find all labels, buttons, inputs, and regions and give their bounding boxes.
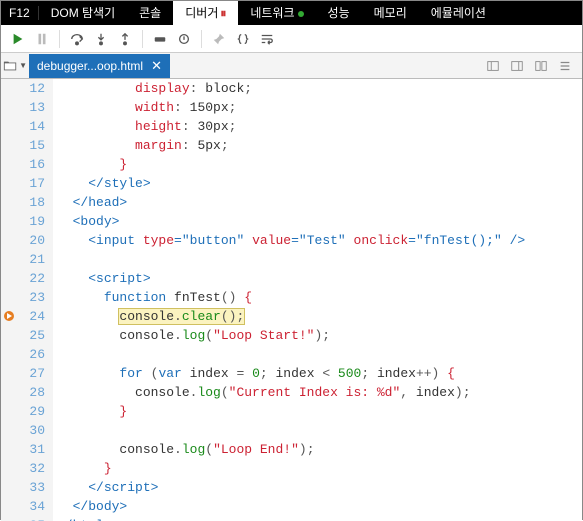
file-tab[interactable]: debugger...oop.html ✕ bbox=[29, 54, 170, 78]
code-line[interactable]: </html> bbox=[57, 516, 582, 521]
line-number: 24 bbox=[19, 307, 45, 326]
code-line[interactable] bbox=[57, 345, 582, 364]
recording-icon bbox=[298, 11, 304, 17]
line-number: 27 bbox=[19, 364, 45, 383]
code-line[interactable]: } bbox=[57, 402, 582, 421]
code-line[interactable]: } bbox=[57, 155, 582, 174]
step-out-button[interactable] bbox=[114, 28, 136, 50]
line-number: 19 bbox=[19, 212, 45, 231]
close-tab-icon[interactable]: ✕ bbox=[151, 58, 162, 74]
line-number: 16 bbox=[19, 155, 45, 174]
compare-button[interactable] bbox=[530, 55, 552, 77]
panel-tabs: DOM 탐색기콘솔디버거⏸네트워크성능메모리에뮬레이션 bbox=[39, 1, 582, 25]
breakpoint-icon[interactable] bbox=[2, 309, 16, 323]
line-number: 25 bbox=[19, 326, 45, 345]
toggle-sidebar-2-button[interactable] bbox=[506, 55, 528, 77]
exception-behavior-button[interactable] bbox=[173, 28, 195, 50]
line-number: 22 bbox=[19, 269, 45, 288]
pause-button[interactable] bbox=[31, 28, 53, 50]
devtools-topbar: F12 DOM 탐색기콘솔디버거⏸네트워크성능메모리에뮬레이션 bbox=[1, 1, 582, 25]
code-line[interactable]: </body> bbox=[57, 497, 582, 516]
line-number: 15 bbox=[19, 136, 45, 155]
word-wrap-button[interactable] bbox=[256, 28, 278, 50]
line-number: 30 bbox=[19, 421, 45, 440]
panel-tab[interactable]: 성능 bbox=[316, 1, 362, 25]
panel-tab[interactable]: 메모리 bbox=[362, 1, 419, 25]
panel-tab[interactable]: DOM 탐색기 bbox=[39, 1, 127, 25]
code-line[interactable]: </style> bbox=[57, 174, 582, 193]
panel-tab[interactable]: 디버거⏸ bbox=[173, 1, 238, 25]
code-line[interactable] bbox=[57, 250, 582, 269]
open-file-button[interactable]: ▼ bbox=[3, 54, 27, 78]
code-line[interactable]: margin: 5px; bbox=[57, 136, 582, 155]
pin-button[interactable] bbox=[208, 28, 230, 50]
code-line[interactable]: console.log("Loop Start!"); bbox=[57, 326, 582, 345]
line-number: 18 bbox=[19, 193, 45, 212]
line-number: 28 bbox=[19, 383, 45, 402]
line-number: 12 bbox=[19, 79, 45, 98]
line-number: 29 bbox=[19, 402, 45, 421]
line-number: 33 bbox=[19, 478, 45, 497]
file-tab-label: debugger...oop.html bbox=[37, 59, 143, 73]
line-number: 20 bbox=[19, 231, 45, 250]
toggle-sidebar-1-button[interactable] bbox=[482, 55, 504, 77]
line-number: 17 bbox=[19, 174, 45, 193]
step-into-button[interactable] bbox=[90, 28, 112, 50]
code-line[interactable]: </head> bbox=[57, 193, 582, 212]
code-line[interactable]: height: 30px; bbox=[57, 117, 582, 136]
line-number: 21 bbox=[19, 250, 45, 269]
code-line[interactable]: for (var index = 0; index < 500; index++… bbox=[57, 364, 582, 383]
step-over-button[interactable] bbox=[66, 28, 88, 50]
code-line[interactable]: <script> bbox=[57, 269, 582, 288]
code-area[interactable]: display: block; width: 150px; height: 30… bbox=[53, 79, 582, 521]
code-line[interactable]: display: block; bbox=[57, 79, 582, 98]
line-number-gutter: 1213141516171819202122232425262728293031… bbox=[19, 79, 53, 521]
f12-label: F12 bbox=[1, 6, 39, 20]
pretty-print-button[interactable] bbox=[232, 28, 254, 50]
debugger-toolbar bbox=[1, 25, 582, 53]
code-line[interactable]: <body> bbox=[57, 212, 582, 231]
panel-tab[interactable]: 콘솔 bbox=[127, 1, 173, 25]
code-line[interactable]: </script> bbox=[57, 478, 582, 497]
panel-tab[interactable]: 에뮬레이션 bbox=[419, 1, 498, 25]
line-number: 23 bbox=[19, 288, 45, 307]
code-line[interactable]: console.clear(); bbox=[57, 307, 582, 326]
code-line[interactable]: width: 150px; bbox=[57, 98, 582, 117]
code-line[interactable]: function fnTest() { bbox=[57, 288, 582, 307]
execution-highlight: console.clear(); bbox=[119, 309, 244, 324]
code-line[interactable]: <input type="button" value="Test" onclic… bbox=[57, 231, 582, 250]
line-number: 35 bbox=[19, 516, 45, 521]
line-number: 34 bbox=[19, 497, 45, 516]
line-number: 31 bbox=[19, 440, 45, 459]
break-new-worker-button[interactable] bbox=[149, 28, 171, 50]
panel-tab[interactable]: 네트워크 bbox=[238, 1, 315, 25]
line-number: 26 bbox=[19, 345, 45, 364]
line-number: 13 bbox=[19, 98, 45, 117]
paused-icon: ⏸ bbox=[220, 6, 226, 20]
breakpoint-gutter[interactable] bbox=[1, 79, 19, 521]
code-line[interactable] bbox=[57, 421, 582, 440]
file-tabbar: ▼ debugger...oop.html ✕ bbox=[1, 53, 582, 79]
code-line[interactable]: console.log("Current Index is: %d", inde… bbox=[57, 383, 582, 402]
code-line[interactable]: } bbox=[57, 459, 582, 478]
list-button[interactable] bbox=[554, 55, 576, 77]
line-number: 14 bbox=[19, 117, 45, 136]
code-editor[interactable]: 1213141516171819202122232425262728293031… bbox=[1, 79, 582, 521]
line-number: 32 bbox=[19, 459, 45, 478]
continue-button[interactable] bbox=[7, 28, 29, 50]
code-line[interactable]: console.log("Loop End!"); bbox=[57, 440, 582, 459]
